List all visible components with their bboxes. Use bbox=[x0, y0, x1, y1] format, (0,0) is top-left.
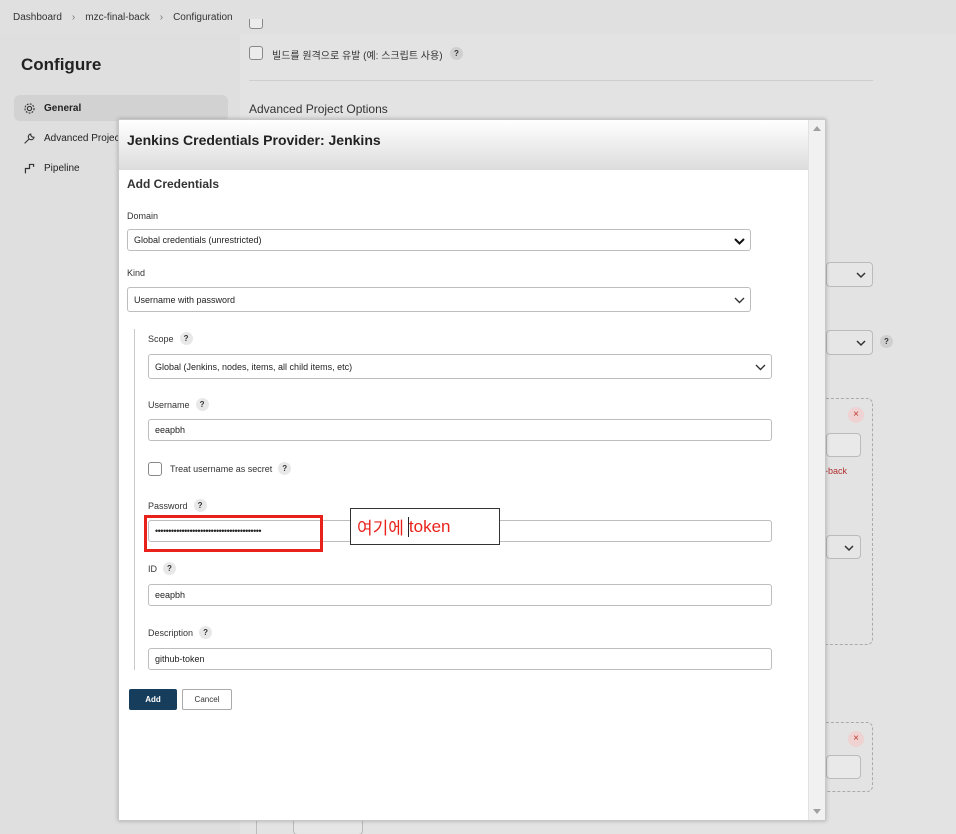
bg-input[interactable] bbox=[826, 755, 861, 779]
dialog-scrollbar[interactable] bbox=[808, 120, 825, 820]
id-value: eeapbh bbox=[155, 590, 186, 600]
divider bbox=[249, 80, 873, 81]
sidebar-item-label: General bbox=[44, 102, 82, 114]
bg-select-3[interactable] bbox=[826, 535, 861, 559]
bg-vline bbox=[256, 820, 257, 834]
password-label: Password ? bbox=[148, 499, 207, 512]
sidebar-item-label: Advanced Project bbox=[44, 132, 123, 144]
password-highlight-box bbox=[144, 515, 323, 552]
domain-label-text: Domain bbox=[127, 211, 159, 221]
breadcrumb: Dashboard › mzc-final-back › Configurati… bbox=[0, 0, 956, 34]
description-label-text: Description bbox=[148, 627, 194, 638]
domain-select[interactable]: Global credentials (unrestricted) bbox=[127, 229, 751, 251]
breadcrumb-configuration[interactable]: Configuration bbox=[173, 12, 232, 23]
domain-select-value: Global credentials (unrestricted) bbox=[134, 235, 262, 245]
help-icon[interactable]: ? bbox=[195, 398, 209, 411]
remove-icon[interactable]: × bbox=[848, 731, 864, 747]
help-icon[interactable]: ? bbox=[199, 626, 213, 639]
wrench-icon bbox=[24, 132, 35, 144]
annotation-callout: 여기에 token bbox=[350, 508, 500, 545]
scope-select[interactable]: Global (Jenkins, nodes, items, all child… bbox=[148, 354, 772, 379]
treat-username-secret-label: Treat username as secret ? bbox=[170, 462, 292, 475]
treat-secret-text: Treat username as secret bbox=[170, 463, 273, 474]
description-value: github-token bbox=[155, 654, 205, 664]
sidebar-item-general[interactable]: General bbox=[14, 95, 228, 121]
breadcrumb-dashboard[interactable]: Dashboard bbox=[13, 12, 62, 23]
kind-select-value: Username with password bbox=[134, 294, 236, 305]
id-label: ID ? bbox=[148, 562, 176, 575]
chevron-down-icon bbox=[734, 238, 745, 245]
kind-label-text: Kind bbox=[127, 268, 146, 278]
sidebar-item-label: Pipeline bbox=[44, 162, 80, 174]
cancel-button[interactable]: Cancel bbox=[182, 689, 232, 710]
username-input[interactable]: eeapbh bbox=[148, 419, 772, 441]
scope-label-text: Scope bbox=[148, 333, 174, 344]
scroll-down-icon[interactable] bbox=[813, 809, 821, 814]
breadcrumb-project[interactable]: mzc-final-back bbox=[85, 12, 149, 23]
domain-label: Domain bbox=[127, 211, 158, 221]
chevron-down-icon bbox=[755, 364, 766, 371]
bg-back-text: -back bbox=[825, 466, 848, 476]
remote-trigger-label: 빌드를 원격으로 유발 (예: 스크립트 사용) bbox=[272, 51, 443, 62]
kind-select[interactable]: Username with password bbox=[127, 287, 751, 312]
chevron-right-icon: › bbox=[71, 11, 76, 23]
help-icon[interactable]: ? bbox=[880, 335, 893, 348]
credentials-dialog: Jenkins Credentials Provider: Jenkins Ad… bbox=[118, 119, 826, 821]
add-button[interactable]: Add bbox=[129, 689, 177, 710]
annotation-text-token: token bbox=[408, 516, 451, 536]
bg-input[interactable] bbox=[826, 433, 861, 457]
help-icon[interactable]: ? bbox=[450, 47, 463, 60]
scope-label: Scope ? bbox=[148, 332, 193, 345]
chevron-down-icon bbox=[734, 297, 745, 304]
id-label-text: ID bbox=[148, 563, 157, 574]
chevron-right-icon: › bbox=[159, 11, 164, 23]
scroll-up-icon[interactable] bbox=[813, 126, 821, 131]
description-input[interactable]: github-token bbox=[148, 648, 772, 670]
treat-username-secret-checkbox[interactable] bbox=[148, 462, 162, 476]
scope-select-value: Global (Jenkins, nodes, items, all child… bbox=[155, 361, 353, 372]
annotation-text-korean: 여기에 bbox=[357, 519, 404, 538]
dialog-header: Jenkins Credentials Provider: Jenkins bbox=[119, 120, 809, 170]
dialog-title: Jenkins Credentials Provider: Jenkins bbox=[127, 132, 381, 148]
username-label-text: Username bbox=[148, 399, 190, 410]
help-icon[interactable]: ? bbox=[193, 499, 207, 512]
pipeline-icon bbox=[24, 163, 35, 173]
description-label: Description ? bbox=[148, 626, 213, 639]
username-value: eeapbh bbox=[155, 425, 186, 435]
help-icon[interactable]: ? bbox=[163, 562, 176, 575]
chevron-down-icon bbox=[844, 545, 854, 552]
advanced-options-title: Advanced Project Options bbox=[249, 102, 388, 116]
kind-label: Kind bbox=[127, 268, 145, 278]
remove-icon[interactable]: × bbox=[848, 407, 864, 423]
kind-group-line bbox=[134, 329, 135, 670]
chevron-down-icon bbox=[856, 340, 866, 347]
id-input[interactable]: eeapbh bbox=[148, 584, 772, 606]
bg-select-2[interactable] bbox=[826, 330, 873, 355]
help-icon[interactable]: ? bbox=[179, 332, 193, 345]
section-title: Add Credentials bbox=[127, 177, 220, 191]
gear-icon bbox=[24, 102, 35, 114]
password-label-text: Password bbox=[148, 500, 188, 511]
bg-checkbox-partial[interactable] bbox=[249, 19, 263, 29]
page-title: Configure bbox=[21, 55, 102, 74]
bg-select-1[interactable] bbox=[826, 262, 873, 287]
remote-trigger-checkbox[interactable] bbox=[249, 46, 263, 60]
chevron-down-icon bbox=[856, 272, 866, 279]
username-label: Username ? bbox=[148, 398, 209, 411]
help-icon[interactable]: ? bbox=[278, 462, 292, 475]
